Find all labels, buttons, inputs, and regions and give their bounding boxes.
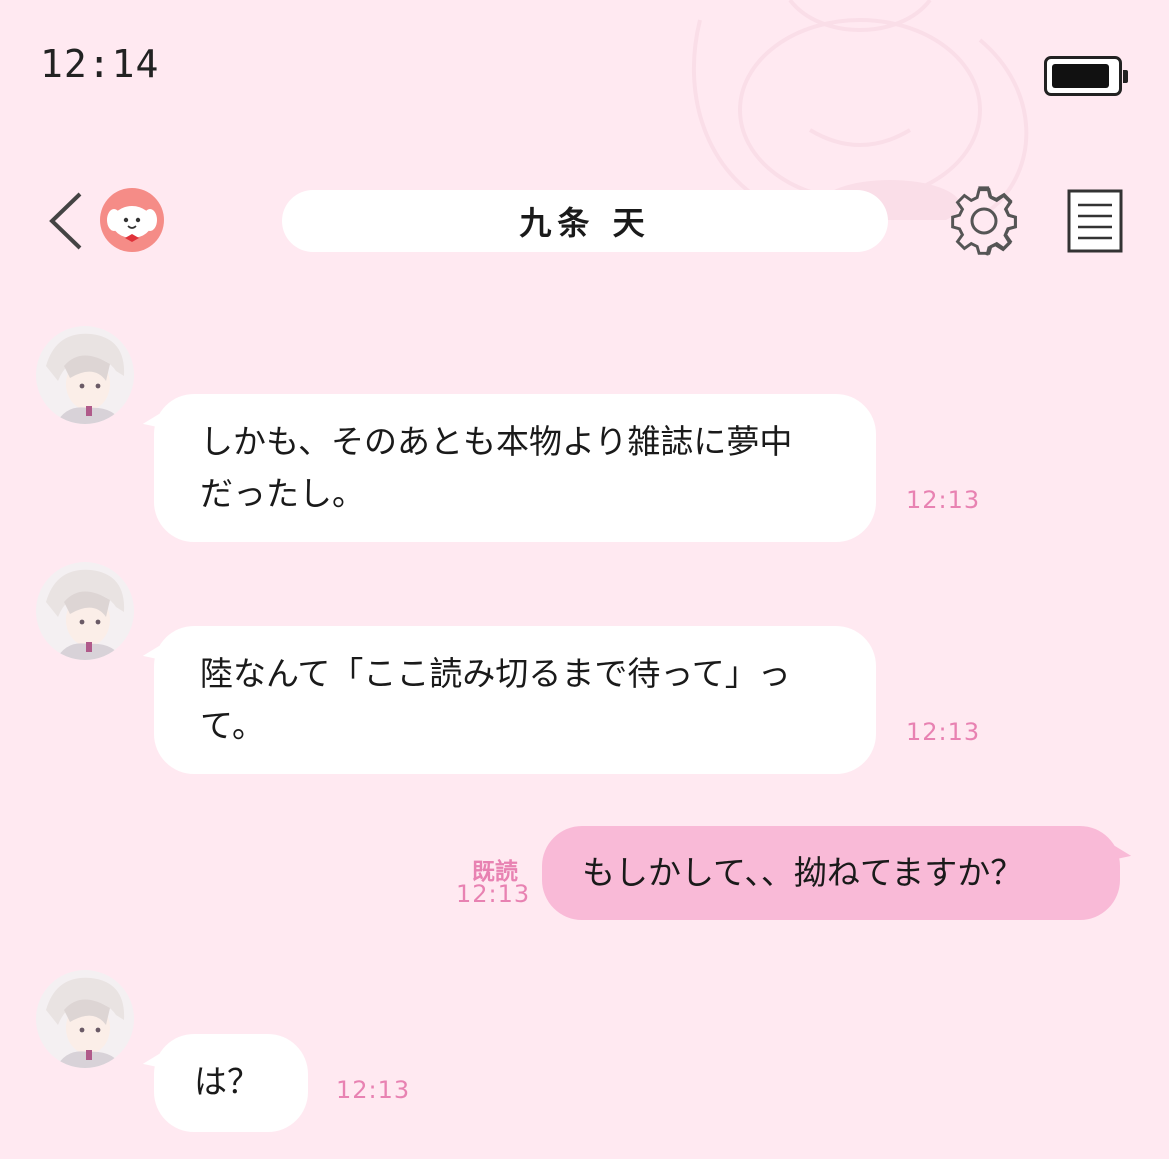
contact-name: 九条 天 <box>519 204 651 242</box>
bunny-avatar-icon[interactable] <box>100 188 164 252</box>
message-bubble[interactable]: 陸なんて「ここ読み切るまで待って」っ て。 <box>154 626 876 774</box>
message-bubble[interactable]: は？ <box>154 1034 308 1132</box>
message-text: は？ <box>194 1062 260 1101</box>
message-time: 12:13 <box>456 880 531 908</box>
contact-name-pill[interactable]: 九条 天 <box>282 190 888 252</box>
contact-avatar[interactable] <box>36 970 134 1068</box>
status-time: 12:14 <box>40 42 160 86</box>
battery-icon <box>1044 56 1128 96</box>
message-text: て。 <box>200 706 266 745</box>
message-time: 12:13 <box>336 1076 411 1104</box>
contact-avatar[interactable] <box>36 562 134 660</box>
message-text: しかも、そのあとも本物より雑誌に夢中 <box>200 422 793 461</box>
message-time: 12:13 <box>906 718 981 746</box>
battery-tip <box>1123 70 1128 83</box>
message-bubble[interactable]: しかも、そのあとも本物より雑誌に夢中 だったし。 <box>154 394 876 542</box>
message-text: 陸なんて「ここ読み切るまで待って」っ <box>200 654 791 693</box>
battery-fill <box>1052 64 1109 88</box>
document-list-icon[interactable] <box>1066 188 1124 254</box>
my-message-bubble[interactable]: もしかして、、拗ねてますか？ <box>542 826 1120 920</box>
back-chevron-icon[interactable] <box>42 188 92 254</box>
message-time: 12:13 <box>906 486 981 514</box>
message-text: だったし。 <box>200 474 365 513</box>
contact-avatar[interactable] <box>36 326 134 424</box>
gear-icon[interactable] <box>948 185 1020 257</box>
message-text: もしかして、、拗ねてますか？ <box>582 853 1024 892</box>
